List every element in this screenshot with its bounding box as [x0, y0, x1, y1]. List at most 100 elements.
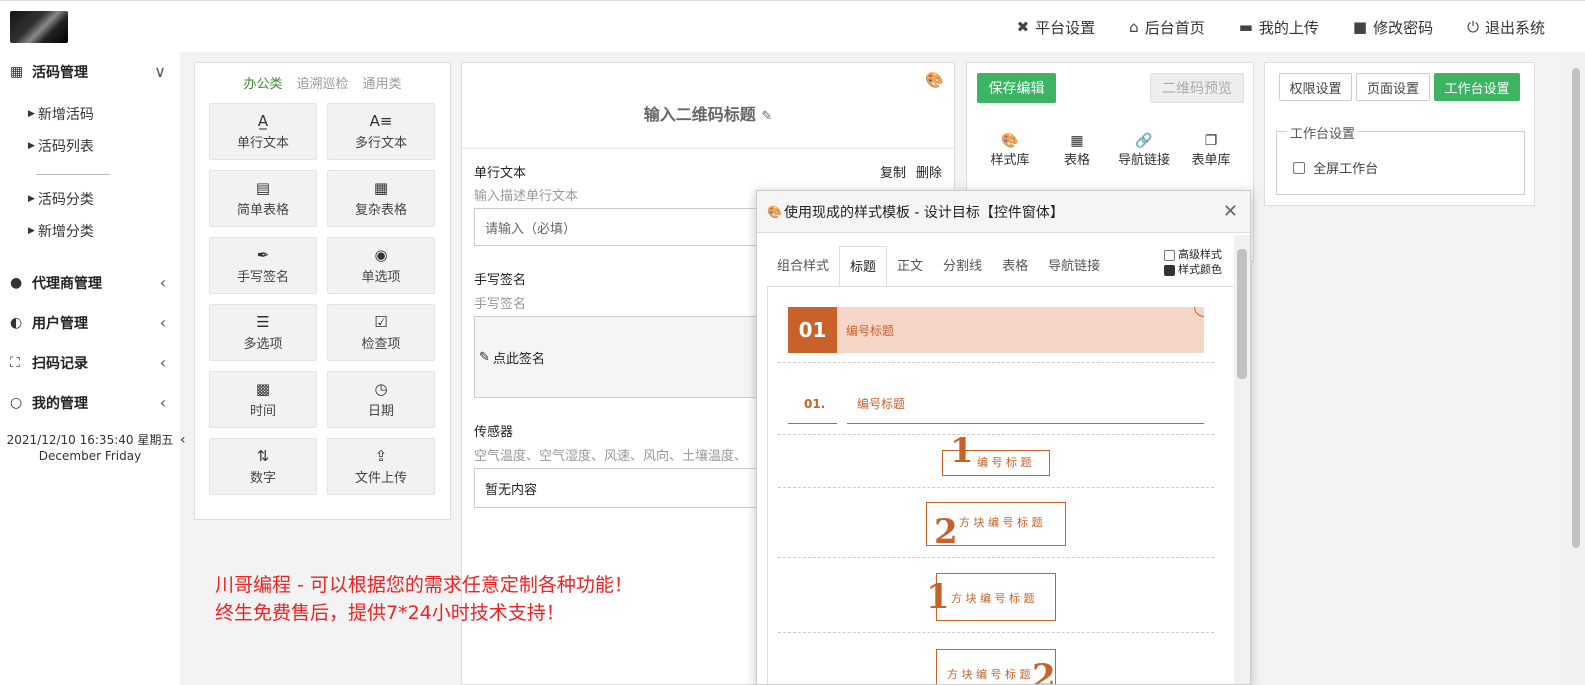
multi-choice-button[interactable]: ☰ 多选项 [209, 304, 317, 361]
advanced-style-checkbox[interactable] [1163, 249, 1175, 261]
style-color-option[interactable]: 样式颜色 [1163, 262, 1222, 277]
palette-icon: 🎨 [767, 204, 782, 219]
nav-link-tool[interactable]: 🔗 导航链接 [1114, 133, 1174, 168]
style-color-checkbox[interactable] [1163, 264, 1175, 276]
tab-body-text[interactable]: 正文 [887, 246, 933, 287]
sidebar-group-label: 代理商管理 [32, 276, 102, 292]
heading-template-1[interactable]: 01 编号标题 [788, 307, 1204, 353]
simple-table-button[interactable]: ▤ 简单表格 [209, 170, 317, 227]
date-button[interactable]: ◷ 日期 [327, 371, 435, 428]
heading-template-2[interactable]: 01. 编号标题 [788, 382, 1204, 424]
field-description: 空气温度、空气湿度、风速、风向、土壤温度、 [474, 449, 748, 464]
tab-divider[interactable]: 分割线 [933, 246, 992, 287]
tab-combo-style[interactable]: 组合样式 [767, 246, 839, 287]
tab-general[interactable]: 通用类 [363, 73, 402, 92]
tab-trace-inspection[interactable]: 追溯巡检 [296, 73, 348, 92]
save-edit-button[interactable]: 保存编辑 [977, 73, 1056, 103]
nav-change-password[interactable]: ■ 修改密码 [1353, 17, 1433, 38]
nav-admin-home[interactable]: ⌂ 后台首页 [1129, 17, 1205, 38]
workbench-settings-button[interactable]: 工作台设置 [1434, 73, 1520, 101]
page-settings-button[interactable]: 页面设置 [1356, 73, 1430, 101]
sidebar-group-users[interactable]: ◐ 用户管理 ‹ [0, 303, 180, 343]
palette-icon[interactable]: 🎨 [925, 71, 944, 89]
promo-line: 终生免费售后，提供7*24小时技术支持！ [215, 602, 565, 624]
sensor-value: 暂无内容 [485, 482, 538, 498]
complex-table-button[interactable]: ▦ 复杂表格 [327, 170, 435, 227]
single-line-input[interactable]: 请输入（必填） [474, 208, 774, 246]
form-library-tool[interactable]: ❐ 表单库 [1181, 133, 1241, 168]
single-line-text-button[interactable]: A̲ 单行文本 [209, 103, 317, 160]
chevron-left-icon: ‹ [159, 313, 166, 332]
table-icon: ▦ [373, 179, 389, 197]
heading-template-5[interactable]: 方 块 编 号 标 题 1 [926, 573, 1058, 625]
tool-label: 导航链接 [1117, 153, 1170, 168]
permission-settings-button[interactable]: 权限设置 [1279, 73, 1352, 101]
chevron-left-icon: ‹ [159, 353, 166, 372]
file-upload-button[interactable]: ⇪ 文件上传 [327, 438, 435, 495]
option-label: 高级样式 [1178, 248, 1222, 261]
heading-template-6[interactable]: 方 块 编 号 标 题 2 [936, 649, 1058, 684]
signature-pad[interactable]: ✎ 点此签名 [474, 316, 774, 398]
underline [847, 423, 1204, 424]
dialog-tabs: 组合样式 标题 正文 分割线 表格 导航链接 [767, 246, 1110, 287]
dialog-header: 🎨 使用现成的样式模板 - 设计目标【控件窗体】 ✕ [757, 191, 1250, 233]
dialog-title: 使用现成的样式模板 - 设计目标【控件窗体】 [783, 204, 1064, 221]
chevron-down-icon: ∨ [154, 62, 166, 81]
tab-nav-link[interactable]: 导航链接 [1038, 246, 1110, 287]
page-scrollbar-thumb[interactable] [1572, 68, 1580, 548]
style-library-tool[interactable]: 🎨 样式库 [980, 133, 1040, 168]
style-template-dialog: 🎨 使用现成的样式模板 - 设计目标【控件窗体】 ✕ 组合样式 标题 正文 分割… [756, 190, 1251, 685]
sidebar-item-code-list[interactable]: ▶ 活码列表 [0, 130, 180, 162]
promo-line: 川哥编程 - 可以根据您的需求任意定制各种功能！ [215, 574, 633, 596]
sidebar-group-livecode[interactable]: ▦ 活码管理 ∨ [0, 52, 180, 92]
nav-platform-settings[interactable]: ✖ 平台设置 [1017, 17, 1096, 38]
qr-title[interactable]: 输入二维码标题 ✎ [462, 101, 954, 125]
sidebar-item-label: 新增分类 [37, 224, 94, 240]
number-button[interactable]: ⇅ 数字 [209, 438, 317, 495]
heading-template-4[interactable]: 方 块 编 号 标 题 2 [926, 502, 1068, 552]
workbench-fieldset: 工作台设置 全屏工作台 [1276, 123, 1525, 195]
caret-right-icon: ▶ [28, 226, 35, 236]
nav-my-uploads[interactable]: ▬ 我的上传 [1239, 17, 1319, 38]
signature-button[interactable]: ✒ 手写签名 [209, 237, 317, 294]
fullscreen-option[interactable]: 全屏工作台 [1293, 158, 1378, 177]
delete-button[interactable]: 删除 [916, 162, 942, 181]
sensor-value-box: 暂无内容 [474, 468, 774, 508]
copy-button[interactable]: 复制 [880, 162, 906, 181]
heading-template-3[interactable]: 1 编 号 标 题 [942, 431, 1052, 479]
fullscreen-label: 全屏工作台 [1313, 162, 1379, 177]
top-bar: ✖ 平台设置 ⌂ 后台首页 ▬ 我的上传 ■ 修改密码 ⏻ 退出系统 [0, 0, 1585, 52]
palette-button-label: 文件上传 [354, 471, 407, 486]
tab-office[interactable]: 办公类 [243, 73, 282, 92]
tab-heading[interactable]: 标题 [839, 246, 888, 287]
fullscreen-checkbox[interactable] [1293, 161, 1305, 174]
sidebar-group-scan-records[interactable]: ⛶ 扫码记录 ‹ [0, 343, 180, 383]
page-scrollbar[interactable] [1567, 52, 1585, 685]
clock-icon: ◷ [374, 380, 388, 398]
table-tool[interactable]: ▦ 表格 [1047, 133, 1107, 168]
qr-preview-button[interactable]: 二维码预览 [1150, 73, 1244, 103]
single-choice-button[interactable]: ◉ 单选项 [327, 237, 435, 294]
multi-line-text-button[interactable]: A≡ 多行文本 [327, 103, 435, 160]
dialog-scrollbar-thumb[interactable] [1237, 249, 1247, 379]
sidebar-item-new-category[interactable]: ▶ 新增分类 [0, 215, 180, 247]
tab-table[interactable]: 表格 [992, 246, 1038, 287]
palette-button-label: 手写签名 [236, 270, 289, 285]
time-button[interactable]: ▩ 时间 [209, 371, 317, 428]
tool-label: 样式库 [990, 153, 1030, 168]
close-icon[interactable]: ✕ [1223, 201, 1238, 222]
check-item-button[interactable]: ☑ 检查项 [327, 304, 435, 361]
checklist-icon: ☑ [374, 313, 388, 331]
qr-title-text: 输入二维码标题 [643, 105, 756, 124]
nav-label: 退出系统 [1484, 18, 1545, 37]
sidebar-group-my-admin[interactable]: ○ 我的管理 ‹ [0, 383, 180, 423]
sidebar-item-new-code[interactable]: ▶ 新增活码 [0, 98, 180, 130]
nav-logout[interactable]: ⏻ 退出系统 [1467, 17, 1545, 38]
sidebar-collapse-icon[interactable]: ‹ [180, 432, 186, 448]
dialog-scrollbar[interactable] [1234, 235, 1250, 684]
logo[interactable] [10, 11, 68, 43]
advanced-style-option[interactable]: 高级样式 [1163, 247, 1222, 262]
sidebar-group-agents[interactable]: ● 代理商管理 ‹ [0, 263, 180, 303]
sidebar-item-code-category[interactable]: ▶ 活码分类 [0, 183, 180, 215]
corner-decoration [1194, 307, 1204, 317]
